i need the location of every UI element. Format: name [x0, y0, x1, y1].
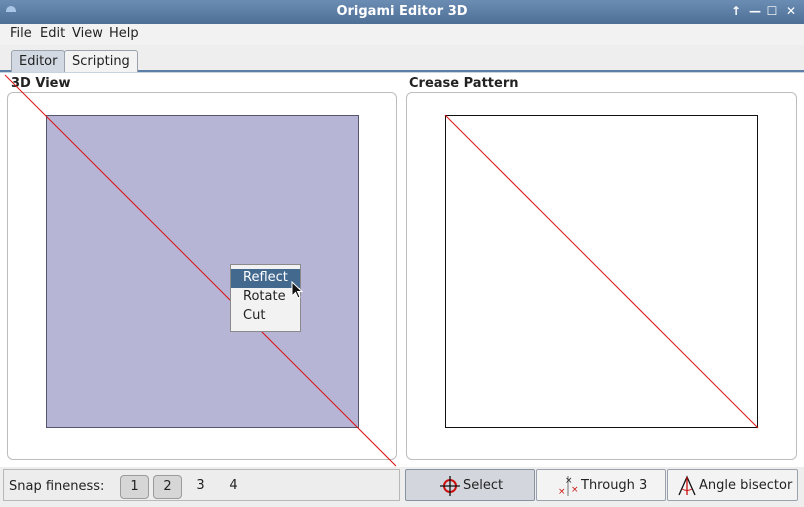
angle-bisector-tool-button[interactable]: Angle bisector [667, 469, 798, 501]
menu-item-reflect[interactable]: Reflect [231, 269, 300, 288]
status-bar: Snap fineness: 1 2 3 4 Select × × × Thro… [0, 467, 804, 507]
three-points-icon: × × × [558, 476, 579, 497]
minimize-icon[interactable]: — [747, 3, 763, 19]
menu-edit[interactable]: Edit [40, 26, 65, 41]
tab-editor[interactable]: Editor [11, 50, 66, 72]
menu-view[interactable]: View [72, 26, 103, 41]
menu-item-rotate[interactable]: Rotate [231, 288, 300, 307]
snap-option-4[interactable]: 4 [219, 475, 248, 499]
svg-text:×: × [558, 487, 566, 497]
menu-bar: File Edit View Help [0, 24, 804, 45]
menu-item-cut[interactable]: Cut [231, 307, 300, 326]
view3d-title: 3D View [11, 76, 71, 91]
tab-strip: Editor Scripting [0, 45, 804, 72]
snap-option-3[interactable]: 3 [186, 475, 215, 499]
menu-file[interactable]: File [10, 26, 32, 41]
title-bar: Origami Editor 3D ↑ — ☐ ✕ [0, 0, 804, 24]
maximize-icon[interactable]: ☐ [764, 3, 780, 19]
close-icon[interactable]: ✕ [783, 3, 799, 19]
angle-bisector-icon [678, 475, 696, 496]
snap-option-1[interactable]: 1 [120, 475, 149, 499]
select-tool-label: Select [463, 478, 504, 493]
snap-option-2[interactable]: 2 [153, 475, 182, 499]
paper-sheet-3d[interactable] [46, 115, 359, 428]
window-title: Origami Editor 3D [336, 4, 468, 19]
crease-pattern-title: Crease Pattern [409, 76, 519, 91]
through3-tool-label: Through 3 [581, 478, 648, 493]
svg-text:×: × [571, 485, 579, 495]
crease-pattern-square[interactable] [445, 115, 758, 428]
through3-tool-button[interactable]: × × × Through 3 [536, 469, 666, 501]
mouse-cursor-icon [291, 281, 304, 299]
snap-fineness-label: Snap fineness: [9, 479, 105, 494]
tab-scripting[interactable]: Scripting [64, 50, 138, 72]
crosshair-icon [440, 476, 460, 496]
angle-bisector-tool-label: Angle bisector [699, 478, 793, 493]
snap-fineness-group: Snap fineness: 1 2 3 4 [3, 469, 400, 501]
menu-help[interactable]: Help [109, 26, 139, 41]
keep-above-icon[interactable]: ↑ [728, 3, 744, 19]
select-tool-button[interactable]: Select [405, 469, 535, 501]
